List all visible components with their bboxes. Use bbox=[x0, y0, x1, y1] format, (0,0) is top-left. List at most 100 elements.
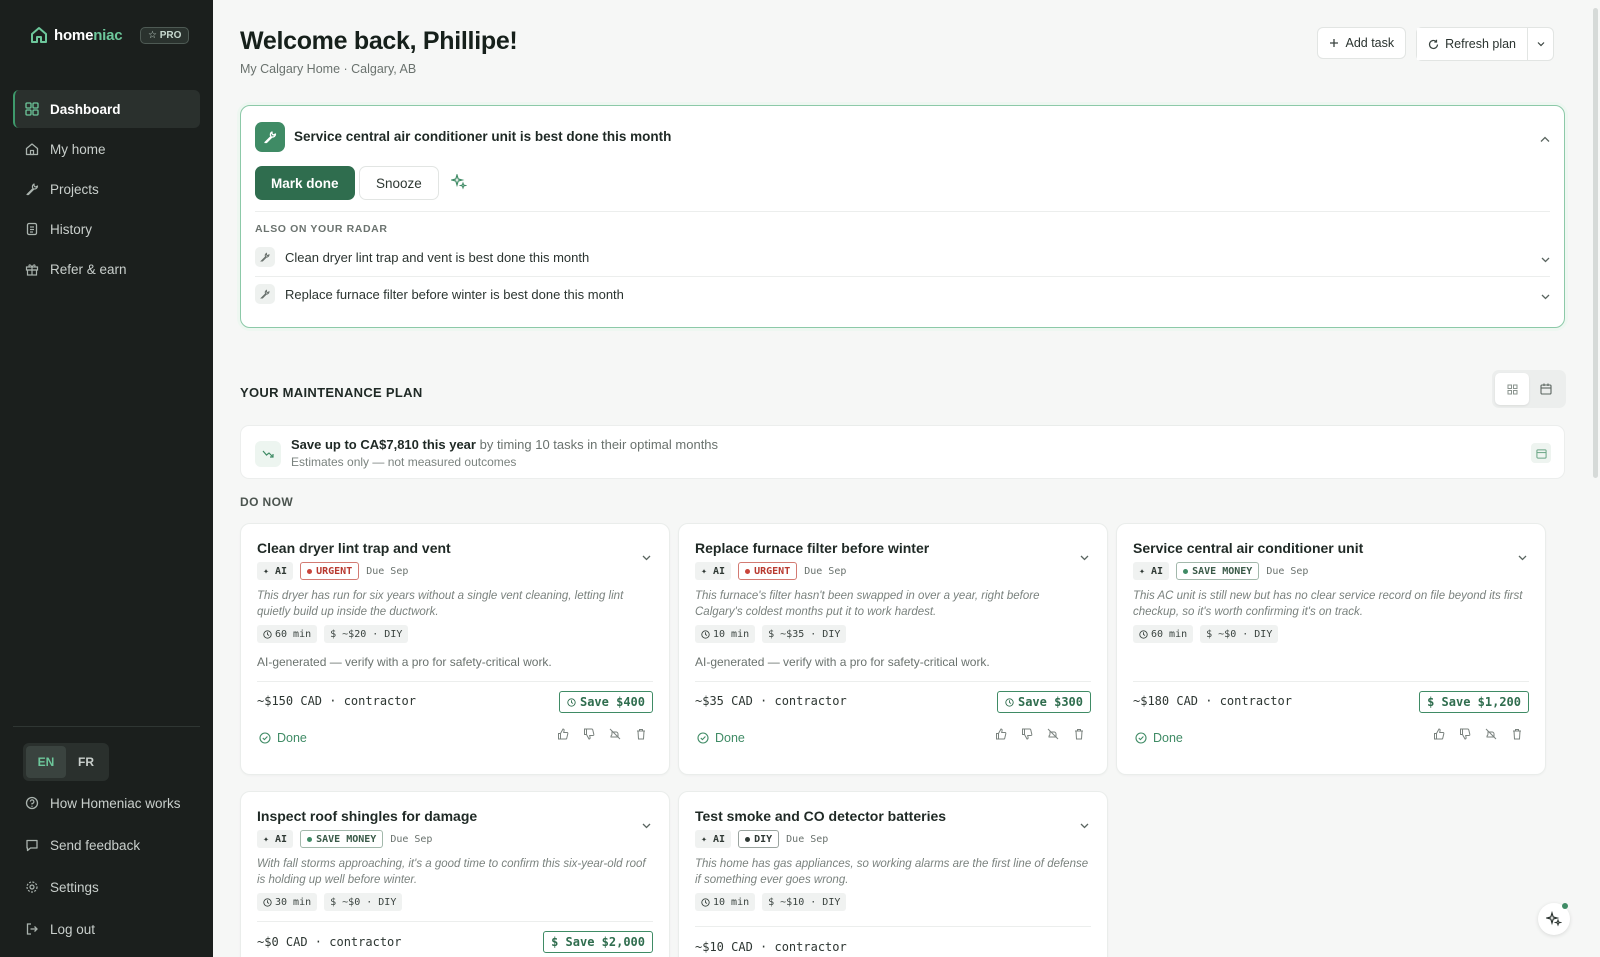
due-date: Due Sep bbox=[390, 833, 433, 845]
sidebar-divider bbox=[13, 726, 200, 727]
logout-icon bbox=[26, 923, 38, 935]
thumbs-down-icon[interactable] bbox=[1021, 728, 1033, 740]
ai-badge: ✦ AI bbox=[1133, 562, 1170, 580]
sidebar-item-my-home[interactable]: My home bbox=[13, 130, 200, 168]
sidebar-item-label: How Homeniac works bbox=[50, 795, 181, 811]
sidebar-item-send-feedback[interactable]: Send feedback bbox=[13, 825, 200, 865]
chevron-down-icon[interactable] bbox=[642, 548, 651, 566]
trash-icon[interactable] bbox=[635, 728, 647, 740]
done-button[interactable]: Done bbox=[1135, 731, 1183, 745]
thumbs-up-icon[interactable] bbox=[995, 728, 1007, 740]
contractor-cost: ~$180 CAD · contractor bbox=[1133, 694, 1292, 708]
wrench-icon bbox=[26, 183, 39, 196]
card-actions bbox=[995, 728, 1085, 740]
mark-done-button[interactable]: Mark done bbox=[255, 166, 355, 200]
task-card: Test smoke and CO detector batteries ✦ A… bbox=[678, 791, 1108, 957]
thumbs-up-icon[interactable] bbox=[1433, 728, 1445, 740]
task-tags: ✦ AI URGENT Due Sep bbox=[257, 562, 408, 580]
task-meta: 10 min $ ~$10 · DIY bbox=[695, 893, 847, 911]
done-button[interactable]: Done bbox=[259, 731, 307, 745]
do-now-heading: DO NOW bbox=[240, 495, 294, 509]
sidebar-item-settings[interactable]: Settings bbox=[13, 867, 200, 907]
duration-chip: 60 min bbox=[1133, 625, 1194, 643]
tag-label: URGENT bbox=[754, 565, 791, 577]
chevron-down-icon[interactable] bbox=[642, 816, 651, 834]
radar-label: ALSO ON YOUR RADAR bbox=[255, 223, 388, 235]
clock-icon bbox=[1005, 697, 1014, 707]
task-tags: ✦ AI SAVE MONEY Due Sep bbox=[257, 830, 432, 848]
grid-view-button[interactable] bbox=[1495, 373, 1529, 405]
mute-icon[interactable] bbox=[609, 728, 621, 740]
mute-icon[interactable] bbox=[1485, 728, 1497, 740]
save-badge: $ Save $2,000 bbox=[543, 931, 653, 953]
task-card: Service central air conditioner unit ✦ A… bbox=[1116, 523, 1546, 775]
add-task-button[interactable]: Add task bbox=[1317, 27, 1407, 59]
thumbs-up-icon[interactable] bbox=[557, 728, 569, 740]
collapse-chevron-up-icon[interactable] bbox=[1540, 130, 1550, 148]
lang-en-button[interactable]: EN bbox=[26, 746, 66, 778]
divider bbox=[255, 211, 1550, 212]
help-circle-icon bbox=[25, 796, 39, 810]
done-label: Done bbox=[715, 731, 745, 745]
snooze-button[interactable]: Snooze bbox=[359, 166, 439, 200]
save-badge: Save $300 bbox=[996, 691, 1091, 713]
thumbs-down-icon[interactable] bbox=[583, 728, 595, 740]
calendar-view-button[interactable] bbox=[1529, 373, 1563, 405]
radar-item[interactable]: Replace furnace filter before winter is … bbox=[255, 277, 1550, 311]
clock-icon bbox=[701, 897, 710, 907]
logo[interactable]: homeniac bbox=[30, 26, 123, 44]
duration-label: 10 min bbox=[713, 628, 750, 640]
contractor-cost: ~$150 CAD · contractor bbox=[257, 694, 416, 708]
ai-badge: ✦ AI bbox=[257, 830, 294, 848]
language-toggle: EN FR bbox=[23, 743, 109, 781]
history-icon bbox=[26, 222, 38, 236]
plus-icon bbox=[1330, 39, 1339, 47]
contractor-cost: ~$0 CAD · contractor bbox=[257, 935, 402, 949]
sidebar-item-log-out[interactable]: Log out bbox=[13, 909, 200, 949]
refresh-plan-label: Refresh plan bbox=[1445, 37, 1516, 51]
divider bbox=[257, 921, 653, 922]
trash-icon[interactable] bbox=[1073, 728, 1085, 740]
chevron-down-icon[interactable] bbox=[1518, 548, 1527, 566]
task-tags: ✦ AI URGENT Due Sep bbox=[695, 562, 846, 580]
lang-fr-button[interactable]: FR bbox=[66, 746, 106, 778]
sidebar-item-label: Projects bbox=[50, 181, 99, 197]
chevron-down-icon[interactable] bbox=[1080, 816, 1089, 834]
refresh-plan-button[interactable]: Refresh plan bbox=[1417, 28, 1527, 60]
thumbs-down-icon[interactable] bbox=[1459, 728, 1471, 740]
scrollbar[interactable] bbox=[1593, 8, 1598, 478]
duration-chip: 60 min bbox=[257, 625, 318, 643]
task-title: Test smoke and CO detector batteries bbox=[695, 808, 947, 824]
chevron-down-icon[interactable] bbox=[1080, 548, 1089, 566]
trash-icon[interactable] bbox=[1511, 728, 1523, 740]
sidebar-item-how-it-works[interactable]: How Homeniac works bbox=[13, 783, 200, 823]
save-badge: $ Save $1,200 bbox=[1419, 691, 1529, 713]
trend-down-icon bbox=[255, 441, 281, 467]
task-meta: 10 min $ ~$35 · DIY bbox=[695, 625, 847, 643]
duration-label: 10 min bbox=[713, 896, 750, 908]
wrench-icon bbox=[255, 284, 275, 304]
radar-item[interactable]: Clean dryer lint trap and vent is best d… bbox=[255, 240, 1550, 274]
diy-cost-chip: $ ~$0 · DIY bbox=[324, 893, 403, 911]
sidebar-item-refer-earn[interactable]: Refer & earn bbox=[13, 250, 200, 288]
refresh-options-dropdown[interactable] bbox=[1527, 28, 1553, 60]
mute-icon[interactable] bbox=[1047, 728, 1059, 740]
urgent-badge: URGENT bbox=[738, 562, 798, 580]
notification-dot bbox=[1562, 903, 1568, 909]
sidebar-item-dashboard[interactable]: Dashboard bbox=[13, 90, 200, 128]
sparkle-ai-icon[interactable] bbox=[449, 172, 468, 195]
clock-icon bbox=[1139, 629, 1148, 639]
done-button[interactable]: Done bbox=[697, 731, 745, 745]
due-date: Due Sep bbox=[1266, 565, 1309, 577]
task-description: This AC unit is still new but has no cle… bbox=[1133, 590, 1523, 618]
divider bbox=[1133, 681, 1529, 682]
task-card: Inspect roof shingles for damage ✦ AI SA… bbox=[240, 791, 670, 957]
dot-icon bbox=[745, 568, 751, 574]
calendar-icon[interactable] bbox=[1531, 443, 1551, 463]
sidebar-item-history[interactable]: History bbox=[13, 210, 200, 248]
sidebar-item-projects[interactable]: Projects bbox=[13, 170, 200, 208]
clock-icon bbox=[567, 697, 576, 707]
pro-badge: ☆ PRO bbox=[140, 27, 190, 44]
ai-assistant-button[interactable] bbox=[1538, 903, 1570, 935]
ai-badge: ✦ AI bbox=[257, 562, 294, 580]
